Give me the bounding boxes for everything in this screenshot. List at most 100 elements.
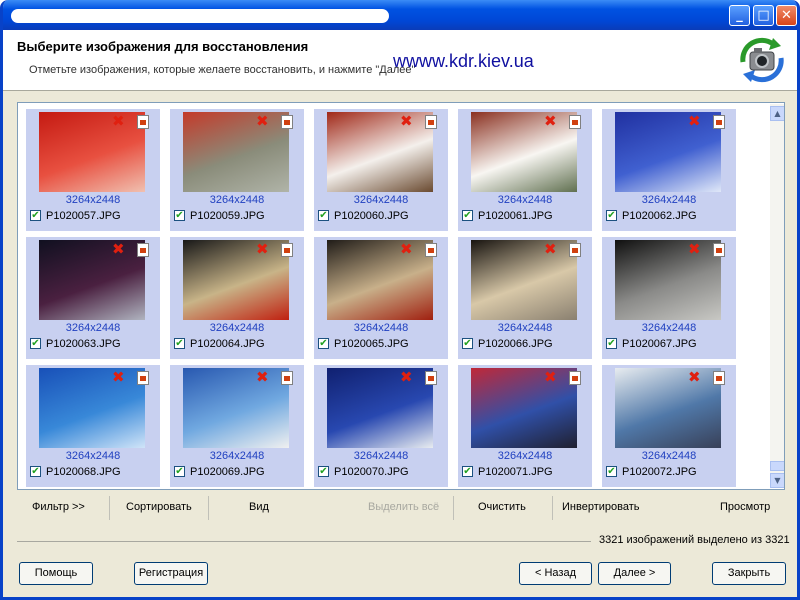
damaged-file-icon: ✖: [544, 368, 557, 386]
damaged-file-icon: ✖: [256, 112, 269, 130]
image-resolution: 3264x2448: [353, 322, 409, 334]
back-button[interactable]: < Назад: [519, 562, 592, 585]
photo-preview[interactable]: [615, 240, 721, 320]
photo-preview[interactable]: [39, 368, 145, 448]
photo-preview[interactable]: [183, 368, 289, 448]
image-thumbnail[interactable]: ✖ 3264x2448 ✔ P1020069.JPG: [170, 365, 304, 487]
scroll-down-arrow-icon[interactable]: ▼: [770, 473, 784, 488]
toolbar-separator: [208, 496, 209, 520]
image-thumbnail[interactable]: ✖ 3264x2448 ✔ P1020068.JPG: [26, 365, 160, 487]
image-thumbnail[interactable]: ✖ 3264x2448 ✔ P1020072.JPG: [602, 365, 736, 487]
view-button[interactable]: Вид: [249, 501, 269, 513]
select-checkbox[interactable]: ✔: [30, 338, 41, 349]
image-resolution: 3264x2448: [497, 322, 553, 334]
select-checkbox[interactable]: ✔: [174, 338, 185, 349]
filter-button[interactable]: Фильтр >>: [32, 501, 85, 513]
status-divider: [17, 541, 591, 542]
help-button[interactable]: Помощь: [19, 562, 93, 585]
image-resolution: 3264x2448: [65, 322, 121, 334]
select-all-button[interactable]: Выделить всё: [368, 501, 439, 513]
photo-preview[interactable]: [471, 112, 577, 192]
sort-button[interactable]: Сортировать: [126, 501, 192, 513]
damaged-file-icon: ✖: [256, 240, 269, 258]
damaged-file-icon: ✖: [544, 240, 557, 258]
next-button[interactable]: Далее >: [598, 562, 671, 585]
select-checkbox[interactable]: ✔: [462, 210, 473, 221]
select-checkbox[interactable]: ✔: [606, 466, 617, 477]
image-thumbnail[interactable]: ✖ 3264x2448 ✔ P1020063.JPG: [26, 237, 160, 359]
photo-preview[interactable]: [327, 112, 433, 192]
select-checkbox[interactable]: ✔: [606, 210, 617, 221]
image-resolution: 3264x2448: [497, 194, 553, 206]
image-filename: P1020060.JPG: [334, 210, 409, 222]
select-checkbox[interactable]: ✔: [462, 338, 473, 349]
image-resolution: 3264x2448: [641, 194, 697, 206]
image-thumbnail[interactable]: ✖ 3264x2448 ✔ P1020071.JPG: [458, 365, 592, 487]
camera-recovery-icon: [740, 37, 784, 83]
image-thumbnail[interactable]: ✖ 3264x2448 ✔ P1020067.JPG: [602, 237, 736, 359]
scroll-up-arrow-icon[interactable]: ▲: [770, 106, 784, 121]
photo-preview[interactable]: [183, 240, 289, 320]
maximize-button[interactable]: □: [753, 5, 774, 26]
photo-preview[interactable]: [183, 112, 289, 192]
damaged-file-icon: ✖: [400, 112, 413, 130]
image-thumbnail[interactable]: ✖ 3264x2448 ✔ P1020059.JPG: [170, 109, 304, 231]
page-title: Выберите изображения для восстановления: [17, 39, 309, 54]
photo-preview[interactable]: [471, 368, 577, 448]
close-button[interactable]: Закрыть: [712, 562, 786, 585]
file-type-icon: [713, 115, 725, 129]
select-checkbox[interactable]: ✔: [30, 466, 41, 477]
file-type-icon: [425, 243, 437, 257]
watermark-text: wwww.kdr.kiev.ua: [393, 51, 534, 71]
image-thumbnail[interactable]: ✖ 3264x2448 ✔ P1020060.JPG: [314, 109, 448, 231]
select-checkbox[interactable]: ✔: [174, 466, 185, 477]
damaged-file-icon: ✖: [112, 368, 125, 386]
close-window-button[interactable]: ✕: [776, 5, 797, 26]
scrollbar-thumb[interactable]: [770, 461, 784, 471]
photo-preview[interactable]: [615, 368, 721, 448]
select-checkbox[interactable]: ✔: [462, 466, 473, 477]
image-thumbnail[interactable]: ✖ 3264x2448 ✔ P1020065.JPG: [314, 237, 448, 359]
file-type-icon: [425, 371, 437, 385]
file-type-icon: [569, 243, 581, 257]
toolbar-separator: [552, 496, 553, 520]
title-bar[interactable]: _ □ ✕: [3, 0, 797, 30]
damaged-file-icon: ✖: [688, 368, 701, 386]
select-checkbox[interactable]: ✔: [174, 210, 185, 221]
image-thumbnail[interactable]: ✖ 3264x2448 ✔ P1020061.JPG: [458, 109, 592, 231]
file-type-icon: [713, 243, 725, 257]
invert-selection-button[interactable]: Инвертировать: [562, 501, 639, 513]
selection-status: 3321 изображений выделено из 3321: [599, 534, 790, 546]
damaged-file-icon: ✖: [256, 368, 269, 386]
photo-preview[interactable]: [327, 368, 433, 448]
image-grid-panel[interactable]: ✖ 3264x2448 ✔ P1020057.JPG ✖ 3264x2448 ✔ P10200…: [17, 102, 785, 490]
clear-selection-button[interactable]: Очистить: [478, 501, 526, 513]
image-filename: P1020071.JPG: [478, 466, 553, 478]
toolbar-separator: [109, 496, 110, 520]
select-checkbox[interactable]: ✔: [30, 210, 41, 221]
image-resolution: 3264x2448: [353, 450, 409, 462]
select-checkbox[interactable]: ✔: [606, 338, 617, 349]
image-filename: P1020062.JPG: [622, 210, 697, 222]
minimize-button[interactable]: _: [729, 5, 750, 26]
image-filename: P1020061.JPG: [478, 210, 553, 222]
image-filename: P1020059.JPG: [190, 210, 265, 222]
image-thumbnail[interactable]: ✖ 3264x2448 ✔ P1020070.JPG: [314, 365, 448, 487]
select-checkbox[interactable]: ✔: [318, 338, 329, 349]
select-checkbox[interactable]: ✔: [318, 210, 329, 221]
select-checkbox[interactable]: ✔: [318, 466, 329, 477]
photo-preview[interactable]: [39, 240, 145, 320]
image-thumbnail[interactable]: ✖ 3264x2448 ✔ P1020062.JPG: [602, 109, 736, 231]
photo-preview[interactable]: [39, 112, 145, 192]
register-button[interactable]: Регистрация: [134, 562, 208, 585]
image-thumbnail[interactable]: ✖ 3264x2448 ✔ P1020057.JPG: [26, 109, 160, 231]
photo-preview[interactable]: [327, 240, 433, 320]
image-thumbnail[interactable]: ✖ 3264x2448 ✔ P1020064.JPG: [170, 237, 304, 359]
photo-preview[interactable]: [615, 112, 721, 192]
vertical-scrollbar[interactable]: ▲ ▼: [770, 104, 784, 488]
file-type-icon: [569, 371, 581, 385]
photo-preview[interactable]: [471, 240, 577, 320]
image-thumbnail[interactable]: ✖ 3264x2448 ✔ P1020066.JPG: [458, 237, 592, 359]
preview-button[interactable]: Просмотр: [720, 501, 770, 513]
file-type-icon: [137, 243, 149, 257]
